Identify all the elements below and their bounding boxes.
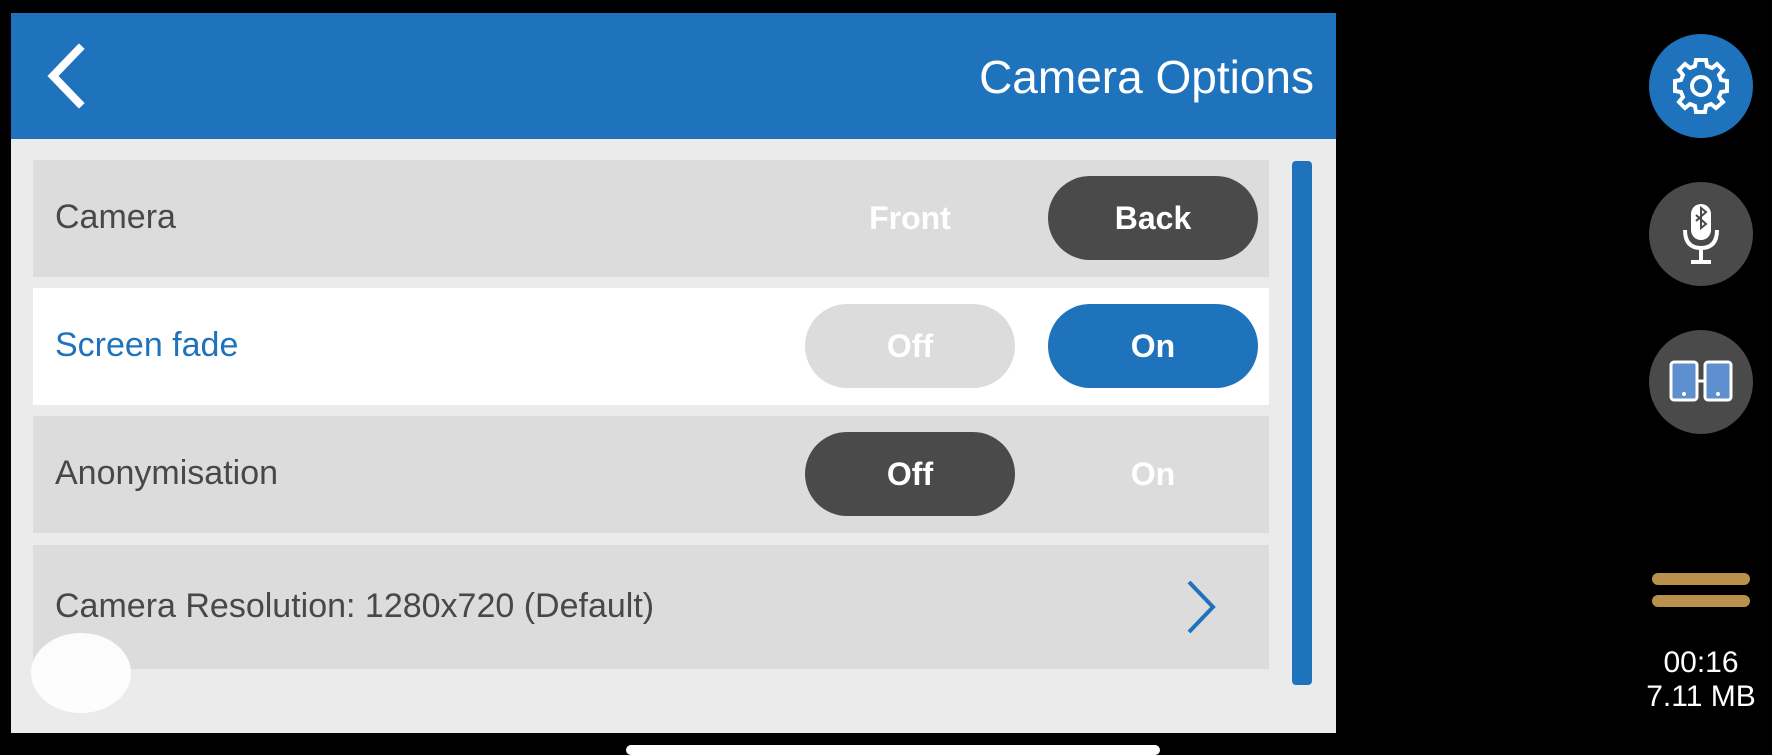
settings-button[interactable] [1649,34,1753,138]
anonymisation-row: Anonymisation Off On [33,416,1269,533]
home-indicator[interactable] [626,745,1160,755]
menu-handle-icon[interactable] [1652,571,1750,613]
scrollbar[interactable] [1292,161,1312,685]
recording-timer: 00:16 [1663,646,1739,679]
screen-fade-on-option[interactable]: On [1048,304,1258,388]
screen-fade-row: Screen fade Off On [33,288,1269,405]
anonymisation-on-option[interactable]: On [1048,432,1258,516]
camera-row: Camera Front Back [33,160,1269,277]
chevron-right-icon[interactable] [1183,579,1219,640]
recording-size: 7.11 MB [1646,680,1756,713]
chevron-left-icon [47,43,85,109]
page-title: Camera Options [979,51,1314,103]
dual-screen-icon [1669,360,1733,402]
bluetooth-mic-icon [1683,204,1719,264]
anonymisation-label: Anonymisation [55,454,279,492]
camera-resolution-label: Camera Resolution: 1280x720 (Default) [55,587,655,625]
camera-label: Camera [55,198,176,236]
anonymisation-off-option[interactable]: Off [805,432,1015,516]
floating-overlay [31,633,131,713]
screen-fade-label: Screen fade [55,326,239,364]
gear-icon [1673,58,1729,114]
header-bar: Camera Options [11,13,1336,139]
bluetooth-mic-button[interactable] [1649,182,1753,286]
camera-resolution-row[interactable]: Camera Resolution: 1280x720 (Default) [33,545,1269,669]
dual-screen-button[interactable] [1649,330,1753,434]
screen-fade-off-option[interactable]: Off [805,304,1015,388]
camera-options-panel: Camera Options Camera Front Back Screen … [11,13,1336,733]
camera-back-option[interactable]: Back [1048,176,1258,260]
camera-front-option[interactable]: Front [805,176,1015,260]
back-button[interactable] [41,43,101,109]
